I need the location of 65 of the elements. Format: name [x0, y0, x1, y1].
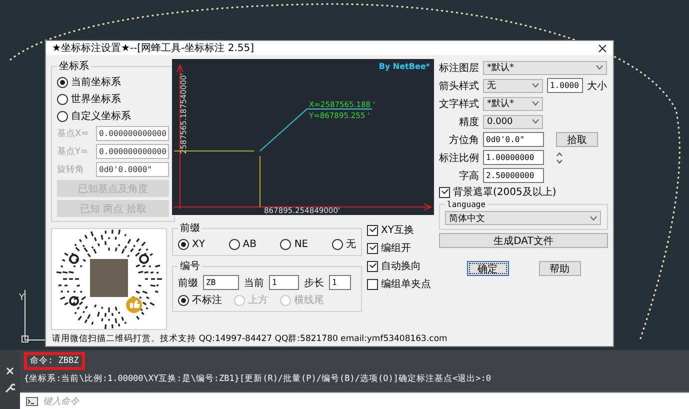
brand-label: By NetBee*: [378, 62, 430, 71]
dropdown[interactable]: 无: [483, 78, 543, 92]
field-label: 前缀: [178, 276, 198, 290]
field-label: 方位角: [448, 134, 479, 146]
axis-label: Y: [19, 293, 24, 303]
checkbox-option[interactable]: 编组开: [367, 241, 434, 255]
checkbox-option[interactable]: 编组单夹点: [367, 277, 434, 291]
group-title: 坐标系: [58, 60, 90, 73]
field-label: 基点X=: [57, 128, 90, 140]
support-text: 请用微信扫描二维码打赏。技术支持 QQ:14997-84427 QQ群:5821780 email:ymf53408163.com: [51, 333, 448, 346]
chevron-down-icon: [532, 101, 539, 106]
command-text: 命令: ZBBZ: [24, 352, 85, 370]
group-title: language: [446, 200, 487, 209]
dropdown[interactable]: *默认*: [483, 60, 607, 74]
pick-button[interactable]: 拾取: [556, 132, 598, 147]
chevron-down-icon: [596, 65, 603, 70]
input-field[interactable]: 2.50000000: [483, 168, 544, 183]
radio-option[interactable]: AB: [228, 238, 256, 250]
field-label: 文字样式: [439, 98, 479, 110]
checkbox-option[interactable]: 背景遮罩(2005及以上): [439, 185, 608, 199]
field-label: 步长: [304, 276, 324, 290]
input-field[interactable]: ZB: [203, 275, 239, 290]
dropdown[interactable]: *默认*: [483, 96, 543, 110]
input-field[interactable]: 0d0'0.0": [483, 132, 544, 147]
field-label: 字高: [458, 170, 479, 182]
checkbox-option[interactable]: 自动换向: [367, 259, 434, 273]
close-icon[interactable]: [598, 44, 607, 52]
field-label: 标注图层: [439, 62, 479, 74]
group-title: 编号: [179, 260, 201, 273]
command-prompt: {坐标系:当前\比例:1.00000\XY互换:是\编号:ZB1}[更新(R)/批量(P)/编号(B)/选项(O)]确定标注基点<退出>:0: [24, 373, 492, 385]
generate-button[interactable]: 生成DAT文件: [439, 233, 608, 248]
radio-option[interactable]: 当前坐标系: [57, 75, 170, 89]
field-label: 旋转角: [57, 164, 85, 176]
radio-option[interactable]: XY: [178, 238, 205, 250]
spinner-icon[interactable]: [556, 152, 563, 164]
input-field[interactable]: 1: [269, 275, 299, 290]
checkbox-option[interactable]: XY互换: [367, 223, 434, 237]
group-title: 前缀: [179, 222, 201, 235]
radio-option[interactable]: 无: [332, 237, 356, 251]
chevron-down-icon: [532, 119, 539, 124]
dropdown[interactable]: 简体中文: [445, 211, 601, 225]
input-field[interactable]: 1: [329, 275, 351, 290]
radio-option[interactable]: 自定义坐标系: [57, 109, 170, 123]
window-title: ★坐标标注设置★--[网蜂工具-坐标标注 2.55]: [52, 42, 254, 55]
field-label: 当前: [244, 276, 264, 290]
dialog-button[interactable]: 帮助: [538, 261, 580, 276]
wrench-icon[interactable]: [5, 382, 15, 392]
photo-placeholder: [90, 259, 128, 297]
dialog-button[interactable]: 确定: [466, 261, 508, 276]
chevron-down-icon: [532, 83, 539, 88]
field-label: 基点Y=: [57, 146, 90, 158]
terminal-icon: [26, 396, 38, 406]
radio-option[interactable]: 不标注: [178, 293, 222, 307]
field-label: 大小: [587, 80, 607, 92]
dropdown[interactable]: 0.000: [483, 114, 543, 128]
chevron-down-icon: [590, 216, 597, 220]
input-field[interactable]: 1.0000: [547, 78, 583, 93]
field-label: 标注比例: [439, 152, 479, 164]
radio-option[interactable]: 世界坐标系: [57, 92, 170, 106]
field-label: 箭头样式: [439, 80, 479, 92]
placeholder-text: 键入命令: [43, 396, 79, 408]
input-field[interactable]: 1.00000000: [483, 150, 544, 165]
field-label: 精度: [458, 116, 479, 128]
thumbs-up-icon: [126, 297, 142, 313]
radio-option[interactable]: NE: [280, 238, 308, 250]
